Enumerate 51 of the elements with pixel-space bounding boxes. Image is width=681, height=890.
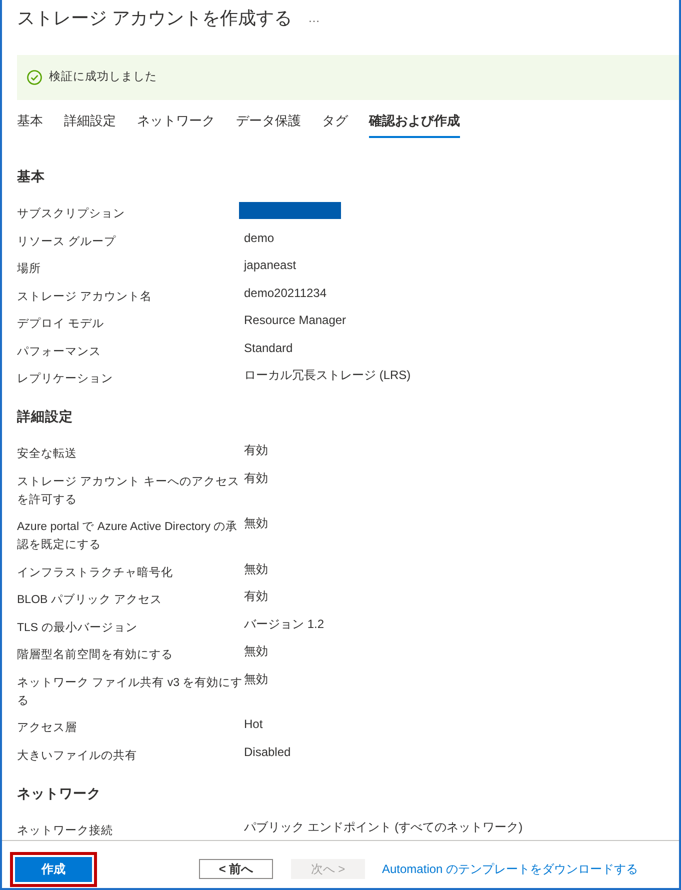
field-value: 無効 — [244, 515, 269, 532]
field-label: 場所 — [17, 262, 42, 277]
field-value: Standard — [244, 340, 294, 356]
more-button[interactable]: … — [306, 10, 322, 26]
field-value: 有効 — [244, 442, 269, 459]
field-value: demo — [244, 230, 276, 246]
field-value: 有効 — [244, 588, 269, 605]
field-label: インフラストラクチャ暗号化 — [17, 565, 174, 580]
field-value: Disabled — [244, 744, 292, 760]
field-label: 大きいファイルの共有 — [17, 748, 138, 764]
field-label: ストレージ アカウント キーへのアクセスを許可する — [17, 474, 240, 508]
field-label: パフォーマンス — [17, 344, 102, 360]
field-label: デプロイ モデル — [17, 316, 106, 332]
field-value: japaneast — [244, 257, 298, 274]
section-heading: 詳細設定 — [16, 408, 74, 426]
field-value: 無効 — [244, 643, 269, 660]
field-label: レプリケーション — [17, 371, 114, 387]
check-circle-icon — [27, 70, 42, 85]
field-value: バージョン 1.2 — [244, 616, 326, 632]
previous-button[interactable]: < 前へ — [199, 859, 273, 879]
field-value: demo20211234 — [244, 284, 328, 302]
tab[interactable]: 詳細設定 — [64, 107, 116, 138]
tab[interactable]: タグ — [322, 107, 348, 138]
field-value: ローカル冗長ストレージ (LRS) — [244, 367, 412, 384]
field-label: BLOB パブリック アクセス — [17, 592, 164, 608]
field-label: TLS の最小バージョン — [17, 620, 138, 636]
page-title: ストレージ アカウントを作成する — [17, 7, 292, 30]
field-label: ストレージ アカウント名 — [17, 290, 154, 304]
banner-message: 検証に成功しました — [49, 70, 157, 85]
tab[interactable]: ネットワーク — [137, 107, 215, 138]
field-label: 安全な転送 — [17, 446, 78, 462]
field-value: パブリック エンドポイント (すべてのネットワーク) — [244, 818, 524, 836]
section-heading: ネットワーク — [16, 784, 102, 802]
template-download-link[interactable]: Automation のテンプレートをダウンロードする — [382, 860, 638, 878]
field-label: Azure portal で Azure Active Directory の承認を既定にする — [17, 520, 239, 553]
field-value: 無効 — [244, 560, 269, 578]
tab[interactable]: データ保護 — [236, 107, 301, 138]
tab[interactable]: 基本 — [17, 107, 43, 138]
field-label: 階層型名前空間を有効にする — [17, 647, 174, 663]
field-label: リソース グループ — [17, 234, 118, 250]
field-value: 有効 — [244, 470, 269, 486]
field-value: Resource Manager — [244, 312, 348, 329]
field-value: 無効 — [244, 670, 269, 688]
field-label: ネットワーク接続 — [17, 824, 114, 838]
field-value: Hot — [244, 716, 264, 733]
section-heading: 基本 — [16, 168, 46, 186]
create-button[interactable]: 作成 — [15, 856, 92, 882]
tab[interactable]: 確認および作成 — [369, 107, 460, 138]
field-label: ネットワーク ファイル共有 v3 を有効にする — [17, 676, 244, 708]
field-label: サブスクリプション — [17, 206, 126, 222]
field-label: アクセス層 — [17, 720, 78, 736]
